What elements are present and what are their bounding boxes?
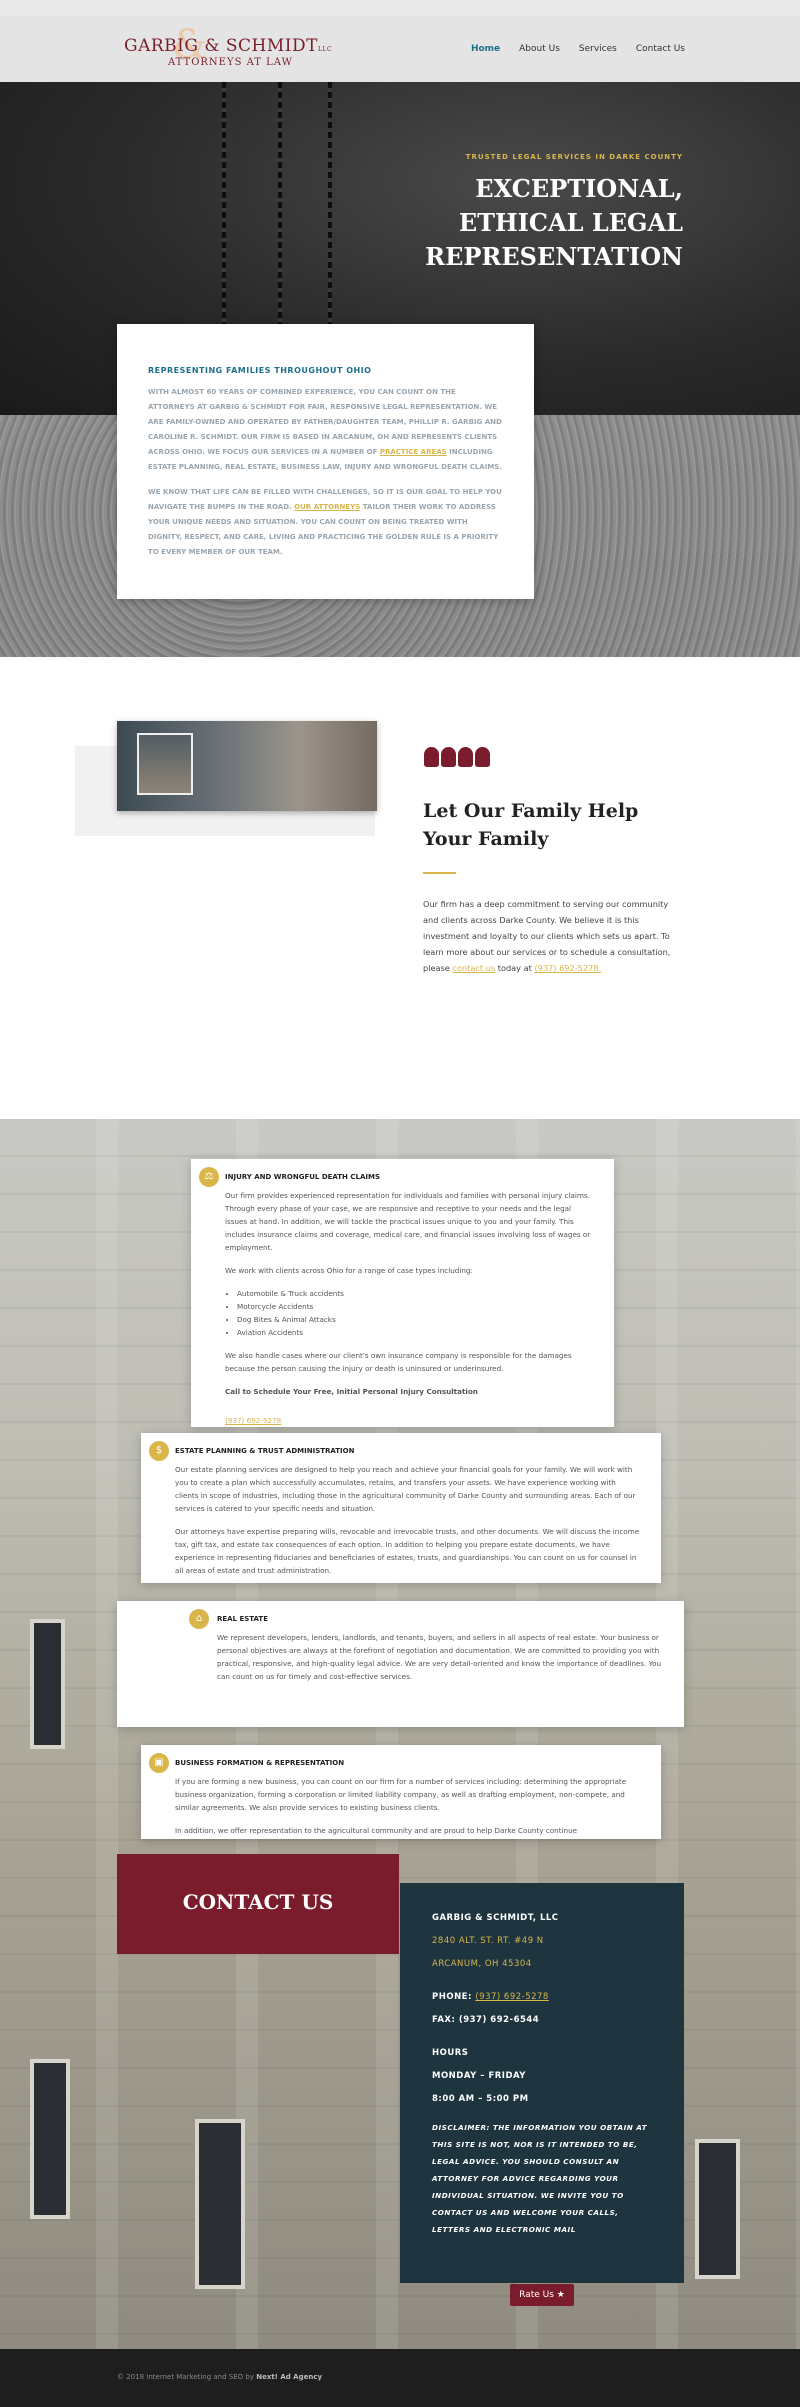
consultation-cta: Call to Schedule Your Free, Initial Pers… <box>225 1387 478 1396</box>
service-title: INJURY AND WRONGFUL DEATH CLAIMS <box>225 1173 380 1181</box>
service-text: In addition, we offer representation to … <box>175 1826 578 1835</box>
address-line-2: ARCANUM, OH 45304 <box>432 1959 532 1969</box>
service-card-business: ▣ BUSINESS FORMATION & REPRESENTATION If… <box>141 1745 661 1839</box>
family-text: Our firm has a deep commitment to servin… <box>423 899 671 973</box>
contact-heading-box: CONTACT US <box>117 1854 399 1954</box>
nav-about[interactable]: About Us <box>519 44 560 54</box>
service-card-estate: $ ESTATE PLANNING & TRUST ADMINISTRATION… <box>141 1433 661 1583</box>
logo-subtitle: ATTORNEYS AT LAW <box>168 57 293 68</box>
logo-name: GARBIG & SCHMIDTLLC <box>124 36 333 56</box>
building-window <box>30 2059 70 2219</box>
contact-info-box: GARBIG & SCHMIDT, LLC 2840 ALT. ST. RT. … <box>400 1883 684 2283</box>
nav-home[interactable]: Home <box>471 44 500 54</box>
coin-icon: $ <box>149 1441 169 1461</box>
intro-paragraph-1: WITH ALMOST 60 YEARS OF COMBINED EXPERIE… <box>148 388 502 471</box>
building-window <box>695 2139 740 2279</box>
service-text: Our firm provides experienced representa… <box>225 1191 591 1252</box>
disclaimer: DISCLAIMER: THE INFORMATION YOU OBTAIN A… <box>432 2123 648 2234</box>
scale-chain <box>328 82 332 362</box>
scales-icon: ⚖ <box>199 1167 219 1187</box>
contact-heading: CONTACT US <box>182 1890 334 1914</box>
service-text: Our estate planning services are designe… <box>175 1465 636 1513</box>
site-header: & GARBIG & SCHMIDTLLC ATTORNEYS AT LAW H… <box>0 16 800 82</box>
intro-card-title: REPRESENTING FAMILIES THROUGHOUT OHIO <box>148 366 372 375</box>
family-group-icon <box>424 747 490 767</box>
rate-us-button[interactable]: Rate Us ★ <box>510 2284 574 2306</box>
injury-phone-link[interactable]: (937) 692-5278 <box>225 1416 281 1425</box>
service-title: ESTATE PLANNING & TRUST ADMINISTRATION <box>175 1447 355 1455</box>
service-card-real-estate: ⌂ REAL ESTATE We represent developers, l… <box>117 1601 684 1727</box>
our-attorneys-link[interactable]: OUR ATTORNEYS <box>294 503 360 511</box>
family-title: Let Our Family Help Your Family <box>423 800 639 850</box>
services-section: ⚖ INJURY AND WRONGFUL DEATH CLAIMS Our f… <box>0 1119 800 2349</box>
hero-kicker: TRUSTED LEGAL SERVICES IN DARKE COUNTY <box>465 153 683 161</box>
home-icon: ⌂ <box>189 1609 209 1629</box>
service-text: Our attorneys have expertise preparing w… <box>175 1527 640 1575</box>
hours-time: 8:00 AM – 5:00 PM <box>432 2094 529 2104</box>
contact-phone-link[interactable]: (937) 692-5278 <box>475 1992 548 2002</box>
hero-section: TRUSTED LEGAL SERVICES IN DARKE COUNTY E… <box>0 82 800 657</box>
service-text: We also handle cases where our client's … <box>225 1351 572 1373</box>
phone-line: PHONE: (937) 692-5278 <box>432 1992 549 2002</box>
list-item: Dog Bites & Animal Attacks <box>237 1313 594 1326</box>
courthouse-door-photo <box>137 733 193 795</box>
service-text: We work with clients across Ohio for a r… <box>225 1266 473 1275</box>
intro-paragraph-2: WE KNOW THAT LIFE CAN BE FILLED WITH CHA… <box>148 488 502 556</box>
service-title: REAL ESTATE <box>217 1615 268 1623</box>
intro-card: REPRESENTING FAMILIES THROUGHOUT OHIO WI… <box>117 324 534 599</box>
site-footer: © 2018 Internet Marketing and SEO by Nex… <box>0 2349 800 2407</box>
courthouse-photo <box>117 721 377 811</box>
service-card-injury: ⚖ INJURY AND WRONGFUL DEATH CLAIMS Our f… <box>191 1159 614 1427</box>
briefcase-icon: ▣ <box>149 1753 169 1773</box>
address-line-1: 2840 ALT. ST. RT. #49 N <box>432 1936 544 1946</box>
agency-link[interactable]: Next! Ad Agency <box>256 2373 322 2381</box>
family-section: Let Our Family Help Your Family Our firm… <box>0 657 800 1119</box>
phone-link[interactable]: (937) 692-5278. <box>534 963 601 973</box>
service-text: If you are forming a new business, you c… <box>175 1777 627 1812</box>
fax-line: FAX: (937) 692-6544 <box>432 2015 540 2025</box>
hours-label: HOURS <box>432 2048 469 2058</box>
nav-contact[interactable]: Contact Us <box>636 44 685 54</box>
list-item: Aviation Accidents <box>237 1326 594 1339</box>
firm-name: GARBIG & SCHMIDT, LLC <box>432 1913 559 1923</box>
list-item: Automobile & Truck accidents <box>237 1287 594 1300</box>
top-strip <box>0 0 800 16</box>
gold-divider <box>423 872 456 874</box>
hero-title: EXCEPTIONAL, ETHICAL LEGAL REPRESENTATIO… <box>425 174 683 271</box>
service-text: We represent developers, lenders, landlo… <box>217 1633 662 1681</box>
building-window <box>30 1619 65 1749</box>
list-item: Motorcycle Accidents <box>237 1300 594 1313</box>
case-type-list: Automobile & Truck accidents Motorcycle … <box>237 1287 594 1339</box>
hours-days: MONDAY – FRIDAY <box>432 2071 526 2081</box>
logo[interactable]: & GARBIG & SCHMIDTLLC ATTORNEYS AT LAW <box>120 22 350 78</box>
nav-services[interactable]: Services <box>579 44 617 54</box>
contact-us-link[interactable]: contact us <box>452 963 495 973</box>
building-window <box>195 2119 245 2289</box>
main-nav: Home About Us Services Contact Us <box>471 44 685 54</box>
practice-areas-link[interactable]: PRACTICE AREAS <box>380 448 447 456</box>
service-title: BUSINESS FORMATION & REPRESENTATION <box>175 1759 345 1767</box>
footer-text: © 2018 Internet Marketing and SEO by Nex… <box>117 2373 323 2381</box>
